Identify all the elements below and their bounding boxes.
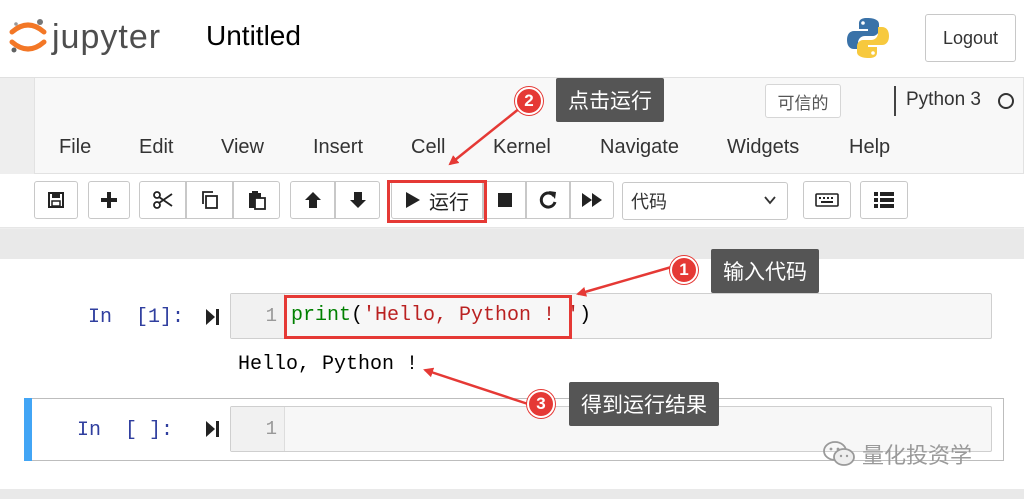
callout-3: 得到运行结果: [569, 382, 719, 426]
watermark-text: 量化投资学: [862, 443, 973, 468]
badge-1: 1: [670, 256, 698, 284]
jupyter-notebook-window: jupyter Untitled Logout 可信的 Python 3 Fil…: [0, 0, 1024, 499]
badge-3: 3: [527, 390, 555, 418]
arrow-to-output: [423, 367, 529, 406]
arrow-to-run-button: [448, 107, 521, 166]
annotation-arrows: [423, 107, 676, 406]
arrow-to-code: [576, 264, 676, 297]
badge-2: 2: [515, 87, 543, 115]
watermark: 量化投资学: [822, 436, 972, 472]
callout-1: 输入代码: [711, 249, 819, 293]
callout-2: 点击运行: [556, 78, 664, 122]
wechat-icon: [823, 441, 855, 466]
